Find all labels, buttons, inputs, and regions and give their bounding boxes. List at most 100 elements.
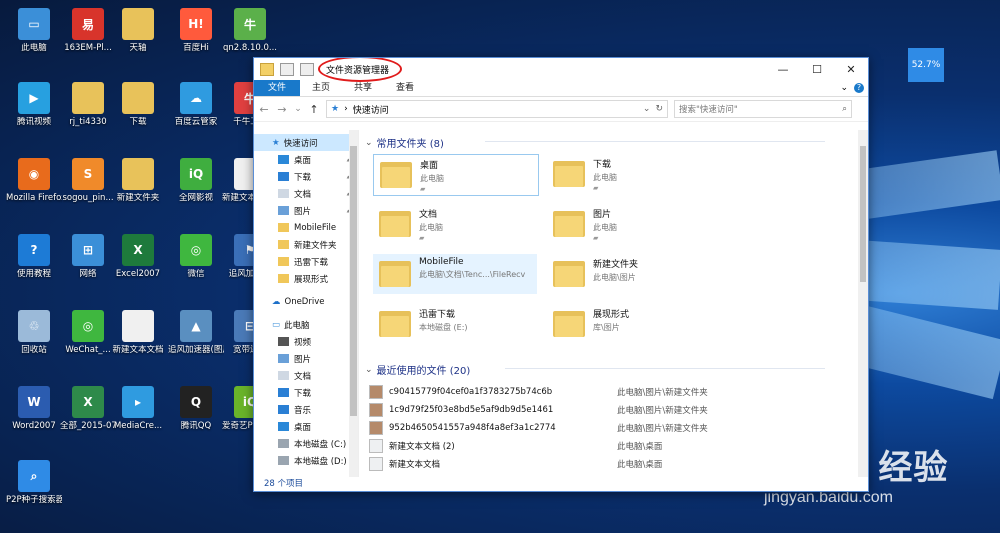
navigation-scrollbar[interactable] bbox=[349, 130, 358, 477]
desktop-icon-0[interactable]: ▭ 此电脑 bbox=[6, 4, 62, 70]
folder-name: 迅雷下载 bbox=[419, 310, 456, 320]
sidebar-item[interactable]: 本地磁盘 (C:) bbox=[254, 435, 358, 452]
new-folder-icon[interactable] bbox=[300, 62, 314, 76]
desktop-icon-3[interactable]: H! 百度Hi bbox=[168, 4, 224, 70]
desktop-icon-26[interactable]: X 全部_2015-07... bbox=[60, 382, 116, 448]
desktop-icon-7[interactable]: 下载 bbox=[110, 78, 166, 144]
desktop-icon-10[interactable]: ◉ Mozilla Firefox bbox=[6, 154, 62, 220]
desktop-icon-8[interactable]: ☁ 百度云管家 bbox=[168, 78, 224, 144]
scrollbar-thumb[interactable] bbox=[350, 146, 357, 416]
sidebar-item[interactable]: 展现形式 bbox=[254, 270, 358, 287]
desktop-icon-22[interactable]: 新建文本文档 bbox=[110, 306, 166, 372]
sidebar-item[interactable]: 文档▰ bbox=[254, 185, 358, 202]
sidebar-item-label: 图片 bbox=[294, 206, 312, 217]
desktop-icon-27[interactable]: ▸ MediaCre... bbox=[110, 382, 166, 448]
folder-tile[interactable]: 下载 此电脑 ▰ bbox=[547, 154, 711, 194]
sidebar-item-quick-access[interactable]: ★ 快速访问 bbox=[254, 134, 358, 151]
desktop-icon-13[interactable]: iQ 全网影视 bbox=[168, 154, 224, 220]
text-file-icon bbox=[369, 438, 383, 453]
recent-file-row[interactable]: 952b4650541557a948f4a8ef3a1c2774 此电脑\图片\新… bbox=[369, 420, 839, 435]
search-box[interactable]: 搜索"快速访问" ⌕ bbox=[674, 100, 852, 118]
tab-home[interactable]: 主页 bbox=[300, 80, 342, 96]
tab-share[interactable]: 共享 bbox=[342, 80, 384, 96]
folder-tile[interactable]: 图片 此电脑 ▰ bbox=[547, 204, 711, 244]
desktop-icon-16[interactable]: ⊞ 网络 bbox=[60, 230, 116, 296]
sidebar-item[interactable]: 图片▰ bbox=[254, 202, 358, 219]
sidebar-item-this-pc[interactable]: ▭ 此电脑 bbox=[254, 316, 358, 333]
tab-file[interactable]: 文件 bbox=[254, 80, 301, 96]
sidebar-item[interactable]: 音乐 bbox=[254, 401, 358, 418]
desktop-icon-11[interactable]: Ssogou_pin... bbox=[60, 154, 116, 220]
search-input[interactable]: 搜索"快速访问" bbox=[679, 103, 738, 115]
desktop-icon-1[interactable]: 易 163EM-Pl... bbox=[60, 4, 116, 70]
folder-icon bbox=[379, 258, 411, 288]
address-path[interactable]: 快速访问 bbox=[353, 103, 389, 116]
address-bar[interactable]: ★ › 快速访问 ⌄ ↻ bbox=[326, 100, 668, 118]
folder-tile[interactable]: 桌面 此电脑 ▰ bbox=[373, 154, 539, 196]
recent-files-header[interactable]: ⌄ 最近使用的文件 (20) bbox=[365, 362, 825, 377]
content-scrollbar[interactable] bbox=[858, 130, 868, 477]
desktop-icon-23[interactable]: ▲ 追风加速器(图片说明) bbox=[168, 306, 224, 372]
search-icon[interactable]: ⌕ bbox=[842, 104, 847, 114]
folder-tile[interactable]: 迅雷下载 本地磁盘 (E:) bbox=[373, 304, 537, 344]
desktop-icon-30[interactable]: ⌕ P2P种子搜索器 bbox=[6, 456, 62, 522]
recent-file-row[interactable]: c90415779f04cef0a1f3783275b74c6b 此电脑\图片\新… bbox=[369, 384, 839, 399]
scrollbar-thumb[interactable] bbox=[860, 146, 866, 282]
desktop-icon-5[interactable]: ▶ 腾讯视频 bbox=[6, 78, 62, 144]
frequent-folders-header[interactable]: ⌄ 常用文件夹 (8) bbox=[365, 135, 825, 150]
sidebar-item[interactable]: 图片 bbox=[254, 350, 358, 367]
folder-tile[interactable]: MobileFile 此电脑\文档\Tenc...\FileRecv bbox=[373, 254, 537, 294]
desktop-icon-15[interactable]: ? 使用教程 bbox=[6, 230, 62, 296]
sidebar-item[interactable]: 新建文件夹 bbox=[254, 236, 358, 253]
chevron-down-icon[interactable]: ⌄ bbox=[365, 138, 373, 148]
desktop-shortcut-icon bbox=[122, 8, 154, 40]
folder-tile[interactable]: 展现形式 库\图片 bbox=[547, 304, 711, 344]
folder-icon bbox=[380, 159, 412, 189]
desktop-icon-25[interactable]: W Word2007 bbox=[6, 382, 62, 448]
sidebar-item-onedrive[interactable]: ☁ OneDrive bbox=[254, 293, 358, 310]
sidebar-item[interactable]: 桌面 bbox=[254, 418, 358, 435]
desktop-icon-18[interactable]: ◎ 微信 bbox=[168, 230, 224, 296]
sidebar-item[interactable]: 视频 bbox=[254, 333, 358, 350]
desktop-icon-6[interactable]: rj_ti4330 bbox=[60, 78, 116, 144]
sidebar-item[interactable]: 桌面▰ bbox=[254, 151, 358, 168]
desktop-icon-20[interactable]: ♲ 回收站 bbox=[6, 306, 62, 372]
help-icon[interactable]: ? bbox=[854, 83, 864, 93]
folder-tile[interactable]: 文档 此电脑 ▰ bbox=[373, 204, 537, 244]
desktop-shortcut-icon: W bbox=[18, 386, 50, 418]
refresh-icon[interactable]: ↻ bbox=[655, 104, 663, 114]
desktop-icon-17[interactable]: X Excel2007 bbox=[110, 230, 166, 296]
sidebar-item[interactable]: 下载▰ bbox=[254, 168, 358, 185]
close-button[interactable]: ✕ bbox=[834, 58, 868, 80]
desktop-icon-28[interactable]: Q 腾讯QQ bbox=[168, 382, 224, 448]
sidebar-item[interactable]: 迅雷下载 bbox=[254, 253, 358, 270]
address-dropdown-icon[interactable]: ⌄ bbox=[643, 104, 651, 114]
sidebar-item[interactable]: 文档 bbox=[254, 367, 358, 384]
desktop-icon-21[interactable]: ◎ WeChat_... bbox=[60, 306, 116, 372]
desktop-shortcut-icon: X bbox=[72, 386, 104, 418]
folder-icon bbox=[379, 208, 411, 238]
properties-icon[interactable] bbox=[280, 62, 294, 76]
up-button[interactable]: ↑ bbox=[308, 103, 320, 116]
folder-tile[interactable]: 新建文件夹 此电脑\图片 bbox=[547, 254, 711, 294]
chevron-down-icon[interactable]: ⌄ bbox=[365, 365, 373, 375]
minimize-button[interactable]: — bbox=[766, 58, 800, 80]
sidebar-item[interactable]: 本地磁盘 (D:) bbox=[254, 452, 358, 469]
desktop-icon-2[interactable]: 天轴 bbox=[110, 4, 166, 70]
sidebar-item-label: 本地磁盘 (D:) bbox=[294, 456, 347, 467]
download-icon bbox=[278, 172, 289, 181]
tab-view[interactable]: 查看 bbox=[384, 80, 426, 96]
quick-access-toolbar-icon[interactable] bbox=[260, 62, 274, 76]
back-button[interactable]: ← bbox=[258, 103, 270, 116]
sidebar-item[interactable]: MobileFile bbox=[254, 219, 358, 236]
desktop-icon-12[interactable]: 新建文件夹 bbox=[110, 154, 166, 220]
recent-locations-button[interactable]: ⌄ bbox=[294, 104, 302, 114]
sidebar-item[interactable]: 下载 bbox=[254, 384, 358, 401]
recent-file-row[interactable]: 1c9d79f25f03e8bd5e5af9db9d5e1461 此电脑\图片\新… bbox=[369, 402, 839, 417]
maximize-button[interactable]: ☐ bbox=[800, 58, 834, 80]
image-file-icon bbox=[369, 384, 383, 399]
recent-file-row[interactable]: 新建文本文档 (2) 此电脑\桌面 bbox=[369, 438, 839, 453]
ribbon-expand-icon[interactable]: ⌄ bbox=[840, 83, 848, 93]
recent-file-row[interactable]: 新建文本文档 此电脑\桌面 bbox=[369, 456, 839, 471]
forward-button[interactable]: → bbox=[276, 103, 288, 116]
